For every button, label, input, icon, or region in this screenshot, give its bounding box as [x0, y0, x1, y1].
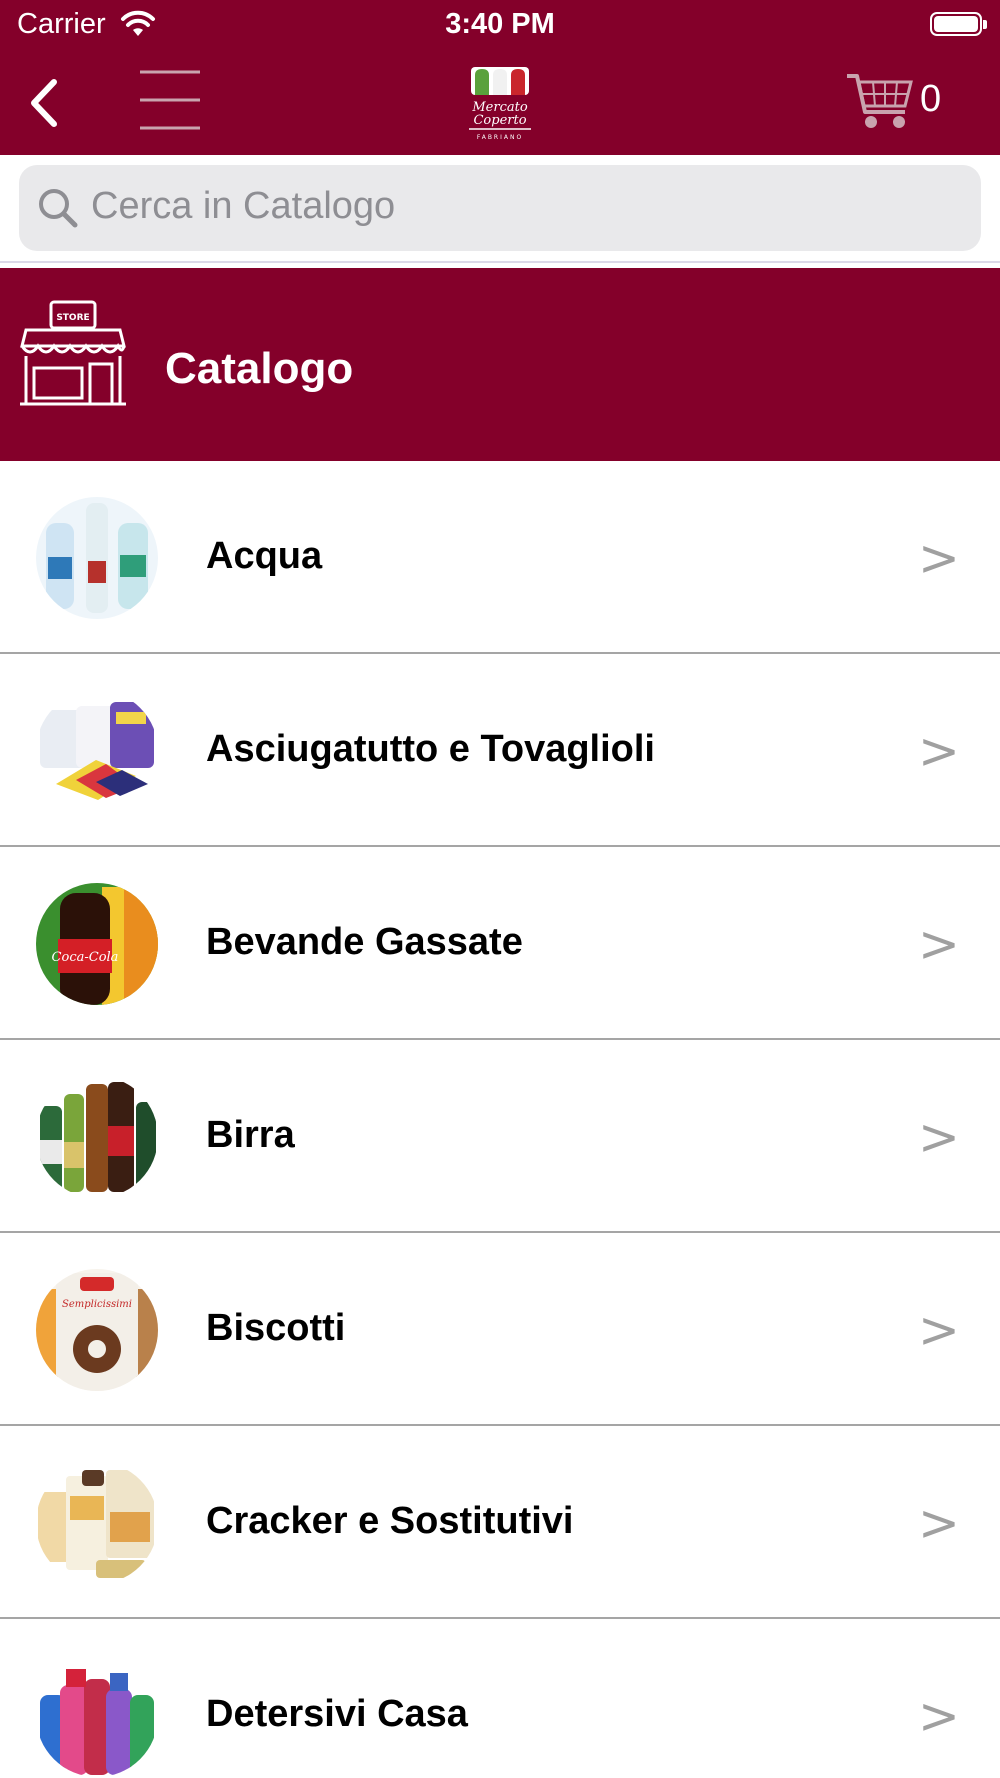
- back-button[interactable]: [22, 70, 72, 132]
- svg-text:Coperto: Coperto: [473, 113, 526, 128]
- category-row-biscotti[interactable]: Semplicissimi Biscotti >: [0, 1233, 1000, 1426]
- catalog-header: STORE Catalogo: [0, 268, 1000, 461]
- shopping-cart-icon: [847, 74, 913, 128]
- category-row-bevande-gassate[interactable]: Coca-Cola Bevande Gassate >: [0, 847, 1000, 1040]
- category-label: Acqua: [206, 535, 323, 577]
- search-placeholder: Cerca in Catalogo: [91, 185, 396, 227]
- category-row-birra[interactable]: Birra >: [0, 1040, 1000, 1233]
- category-row-detersivi-casa[interactable]: Detersivi Casa >: [0, 1619, 1000, 1778]
- hamburger-icon: [140, 70, 200, 130]
- category-thumbnail: [36, 497, 158, 619]
- svg-text:FABRIANO: FABRIANO: [477, 134, 523, 141]
- category-list: Acqua > Asciugatutto e Tovaglioli > Coca…: [0, 461, 1000, 1778]
- cart-count-badge[interactable]: 0: [920, 78, 941, 121]
- category-label: Cracker e Sostitutivi: [206, 1500, 574, 1542]
- category-row-asciugatutto[interactable]: Asciugatutto e Tovaglioli >: [0, 654, 1000, 847]
- catalog-title: Catalogo: [165, 344, 354, 393]
- category-label: Biscotti: [206, 1307, 346, 1349]
- navigation-bar: Carrier 3:40 PM Mercato Coperto FABRIANO…: [0, 0, 1000, 155]
- chevron-right-icon: >: [918, 722, 960, 780]
- category-thumbnail: [36, 1076, 158, 1198]
- category-label: Asciugatutto e Tovaglioli: [206, 728, 655, 770]
- cart-button[interactable]: [845, 70, 925, 132]
- category-label: Detersivi Casa: [206, 1693, 468, 1735]
- category-row-cracker[interactable]: Cracker e Sostitutivi >: [0, 1426, 1000, 1619]
- chevron-right-icon: >: [918, 1301, 960, 1359]
- category-row-acqua[interactable]: Acqua >: [0, 461, 1000, 654]
- svg-text:STORE: STORE: [56, 313, 89, 323]
- battery-icon: [930, 12, 987, 36]
- svg-text:Semplicissimi: Semplicissimi: [62, 1299, 132, 1310]
- category-thumbnail: [36, 1462, 158, 1584]
- category-thumbnail: [36, 690, 158, 812]
- chevron-right-icon: >: [918, 529, 960, 587]
- menu-button[interactable]: [138, 68, 204, 132]
- search-icon: [37, 187, 79, 234]
- category-label: Bevande Gassate: [206, 921, 523, 963]
- chevron-right-icon: >: [918, 1687, 960, 1745]
- store-icon: STORE: [18, 300, 128, 415]
- category-thumbnail: Coca-Cola: [36, 883, 158, 1005]
- search-bar-container: Cerca in Catalogo: [0, 155, 1000, 263]
- chevron-right-icon: >: [918, 1494, 960, 1552]
- search-input[interactable]: Cerca in Catalogo: [19, 165, 981, 251]
- chevron-right-icon: >: [918, 1108, 960, 1166]
- category-thumbnail: [36, 1655, 158, 1777]
- brand-logo: Mercato Coperto FABRIANO: [455, 57, 545, 147]
- category-label: Birra: [206, 1114, 295, 1156]
- chevron-right-icon: >: [918, 915, 960, 973]
- status-bar: Carrier 3:40 PM: [0, 0, 1000, 50]
- clock: 3:40 PM: [445, 8, 555, 40]
- svg-text:Coca-Cola: Coca-Cola: [52, 950, 119, 965]
- category-thumbnail: Semplicissimi: [36, 1269, 158, 1391]
- chevron-left-icon: [31, 79, 57, 127]
